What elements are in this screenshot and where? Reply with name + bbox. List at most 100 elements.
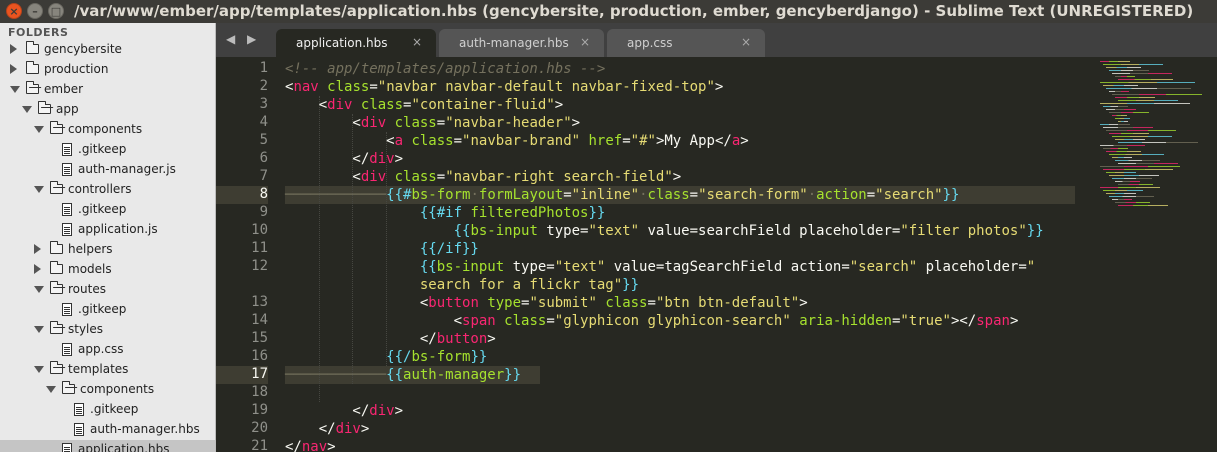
- file-icon: [62, 143, 72, 156]
- minimap-line: [1112, 199, 1132, 200]
- file-item[interactable]: .gitkeep: [0, 300, 215, 320]
- tab-auth-manager-hbs[interactable]: auth-manager.hbs ×: [439, 29, 604, 57]
- chevron-down-icon[interactable]: [22, 106, 32, 113]
- tree-item-label: controllers: [68, 182, 132, 196]
- minimap-line: [1115, 160, 1160, 161]
- code-line[interactable]: {{/if}}: [285, 240, 479, 258]
- line-number: 21: [251, 438, 268, 452]
- minimap-line: [1100, 187, 1160, 188]
- code-line[interactable]: </div>: [285, 402, 403, 420]
- minimap-line: [1109, 133, 1149, 134]
- folder-item[interactable]: templates: [0, 360, 215, 380]
- tab-application-hbs[interactable]: application.hbs ×: [276, 29, 436, 57]
- chevron-right-icon[interactable]: [34, 244, 41, 254]
- folder-item[interactable]: routes: [0, 280, 215, 300]
- chevron-right-icon[interactable]: [10, 44, 17, 54]
- minimap-line: [1118, 184, 1153, 185]
- chevron-down-icon[interactable]: [34, 186, 44, 193]
- code-line[interactable]: <a class="navbar-brand" href="#">My App<…: [285, 132, 749, 150]
- code-editor[interactable]: 1 2 3 4 5 6 7 8 9 10 11 12 13 14 15 16 17 18 19 20 21 <!-- a…: [216, 57, 1217, 452]
- folder-item[interactable]: helpers: [0, 240, 215, 260]
- code-line[interactable]: ────────────{{#bs-form·formLayout="inlin…: [285, 186, 959, 204]
- tab-app-css[interactable]: app.css ×: [607, 29, 765, 57]
- code-line[interactable]: <!-- app/templates/application.hbs -->: [285, 60, 605, 78]
- line-number: 1: [259, 60, 268, 76]
- folder-item[interactable]: production: [0, 60, 215, 80]
- file-item[interactable]: auth-manager.js: [0, 160, 215, 180]
- tab-close-icon[interactable]: ×: [741, 35, 751, 49]
- window-minimize-button[interactable]: –: [27, 3, 43, 19]
- code-line[interactable]: </div>: [285, 150, 403, 168]
- code-line[interactable]: </nav>: [285, 438, 336, 452]
- file-item[interactable]: .gitkeep: [0, 200, 215, 220]
- chevron-down-icon[interactable]: [34, 366, 44, 373]
- minimap-line: [1100, 124, 1130, 125]
- chevron-down-icon[interactable]: [46, 386, 56, 393]
- code-line[interactable]: <span class="glyphicon glyphicon-search"…: [285, 312, 1019, 330]
- code-line[interactable]: {{#if filteredPhotos}}: [285, 204, 605, 222]
- folder-item[interactable]: models: [0, 260, 215, 280]
- minimap-line: [1103, 85, 1138, 86]
- chevron-right-icon[interactable]: [10, 64, 17, 74]
- file-item[interactable]: application.hbs: [0, 440, 215, 452]
- folder-item[interactable]: components: [0, 380, 215, 400]
- tree-item-label: helpers: [68, 242, 113, 256]
- file-item[interactable]: application.js: [0, 220, 215, 240]
- sidebar: FOLDERS gencybersite production ember app co…: [0, 23, 216, 452]
- line-number: 7: [259, 168, 268, 184]
- code-line[interactable]: <button type="submit" class="btn btn-def…: [285, 294, 808, 312]
- sidebar-header: FOLDERS: [8, 26, 69, 39]
- chevron-down-icon[interactable]: [34, 126, 44, 133]
- code-line[interactable]: <div class="container-fluid">: [285, 96, 564, 114]
- code-line[interactable]: {{/bs-form}}: [285, 348, 487, 366]
- file-item[interactable]: app.css: [0, 340, 215, 360]
- tab-close-icon[interactable]: ×: [580, 35, 590, 49]
- chevron-right-icon[interactable]: [34, 264, 41, 274]
- folder-item[interactable]: ember: [0, 80, 215, 100]
- file-item[interactable]: .gitkeep: [0, 400, 215, 420]
- code-line[interactable]: {{bs-input type="text" value=searchField…: [285, 222, 1044, 240]
- line-number: 5: [259, 132, 268, 148]
- minimap-line: [1112, 136, 1172, 137]
- line-number: 18: [251, 384, 268, 400]
- code-line[interactable]: </div>: [285, 420, 370, 438]
- chevron-down-icon[interactable]: [34, 326, 44, 333]
- file-item[interactable]: .gitkeep: [0, 140, 215, 160]
- window-title: /var/www/ember/app/templates/application…: [74, 2, 1194, 20]
- chevron-down-icon[interactable]: [10, 86, 20, 93]
- tab-label: app.css: [627, 36, 673, 50]
- tree-item-label: application.hbs: [78, 442, 170, 452]
- minimap-line: [1112, 94, 1202, 95]
- code-line[interactable]: <nav class="navbar navbar-default navbar…: [285, 78, 723, 96]
- minimap-line: [1118, 100, 1178, 101]
- code-line[interactable]: search for a flickr tag"}}: [285, 276, 639, 294]
- folder-item[interactable]: components: [0, 120, 215, 140]
- file-item[interactable]: auth-manager.hbs: [0, 420, 215, 440]
- tree-item-label: components: [68, 122, 143, 136]
- folder-open-icon: [50, 181, 63, 194]
- folder-item[interactable]: styles: [0, 320, 215, 340]
- window-close-button[interactable]: ×: [6, 3, 22, 19]
- folder-open-icon: [50, 281, 63, 294]
- tree-item-label: production: [44, 62, 109, 76]
- folder-item[interactable]: app: [0, 100, 215, 120]
- chevron-down-icon[interactable]: [34, 286, 44, 293]
- folder-open-icon: [50, 361, 63, 374]
- tab-nav-arrows[interactable]: ◀ ▶: [226, 32, 260, 46]
- window-maximize-button[interactable]: □: [48, 3, 64, 19]
- folder-item[interactable]: gencybersite: [0, 40, 215, 60]
- minimap[interactable]: [1096, 57, 1217, 217]
- minimap-line: [1118, 205, 1168, 206]
- minimap-line: [1115, 139, 1145, 140]
- code-line[interactable]: <div class="navbar-header">: [285, 114, 580, 132]
- tab-close-icon[interactable]: ×: [412, 35, 422, 49]
- code-line[interactable]: {{bs-input type="text" value=tagSearchFi…: [285, 258, 1035, 276]
- minimap-line: [1118, 121, 1128, 122]
- folder-icon: [50, 261, 63, 274]
- code-line[interactable]: </button>: [285, 330, 496, 348]
- code-line[interactable]: <div class="navbar-right search-field">: [285, 168, 681, 186]
- minimap-line: [1103, 190, 1143, 191]
- folder-item[interactable]: controllers: [0, 180, 215, 200]
- code-line[interactable]: ────────────{{auth-manager}}: [285, 366, 521, 384]
- line-number: 16: [251, 348, 268, 364]
